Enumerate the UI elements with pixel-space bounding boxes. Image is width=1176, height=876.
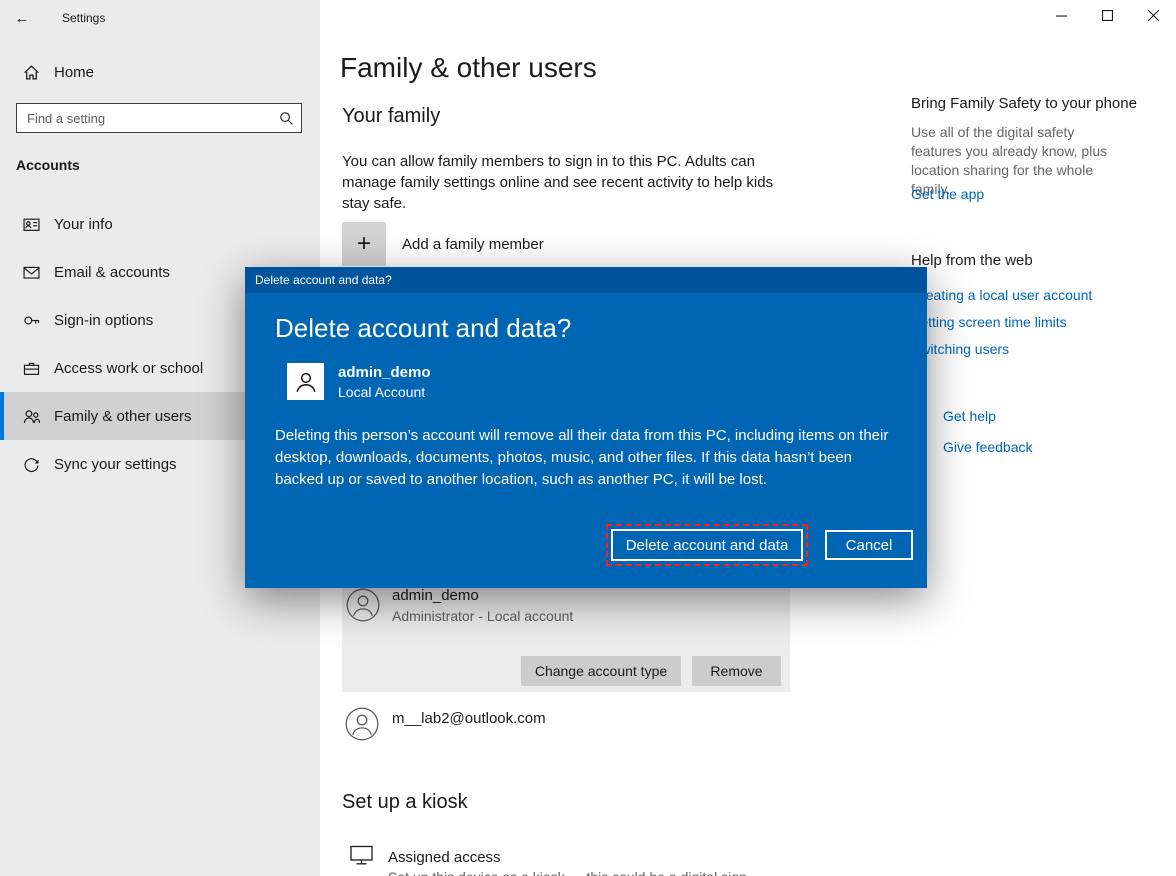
- assigned-access-label[interactable]: Assigned access: [388, 849, 501, 866]
- sidebar-item-label: Email & accounts: [54, 263, 170, 281]
- sidebar-item-label: Sync your settings: [54, 455, 177, 473]
- maximize-button[interactable]: [1084, 0, 1130, 30]
- minimize-button[interactable]: [1038, 0, 1084, 30]
- your-family-heading: Your family: [342, 105, 441, 127]
- plus-icon: +: [342, 222, 386, 266]
- back-button[interactable]: ←: [0, 2, 44, 34]
- your-family-description: You can allow family members to sign in …: [342, 153, 774, 212]
- key-icon: [22, 311, 40, 329]
- minimize-icon: [1055, 15, 1067, 17]
- briefcase-icon: [22, 359, 40, 377]
- get-help-link[interactable]: Get help: [943, 408, 996, 424]
- sidebar-item-label: Access work or school: [54, 359, 204, 377]
- sidebar-titlebar: ← Settings: [0, 0, 320, 36]
- user-avatar-icon: [346, 588, 380, 622]
- dialog-titlebar: Delete account and data?: [245, 267, 927, 293]
- settings-window: ← Settings Home Accounts Your info: [0, 0, 1176, 876]
- user-detail: Administrator - Local account: [392, 608, 574, 624]
- back-icon: ←: [14, 9, 30, 27]
- close-icon: [1147, 9, 1159, 21]
- sidebar-item-home[interactable]: Home: [0, 52, 320, 92]
- assigned-access-icon: [350, 845, 373, 866]
- user-row-m-lab2[interactable]: m__lab2@outlook.com: [342, 700, 790, 752]
- dialog-avatar-icon: [287, 363, 324, 400]
- help-link-screen-time-limits[interactable]: Setting screen time limits: [911, 314, 1067, 330]
- sidebar-item-your-info[interactable]: Your info: [0, 200, 320, 248]
- page-title: Family & other users: [340, 52, 597, 83]
- app-title: Settings: [62, 11, 106, 25]
- user-name: admin_demo: [392, 587, 479, 604]
- sidebar-section-accounts: Accounts: [16, 157, 80, 173]
- sidebar-home-label: Home: [54, 63, 95, 81]
- sidebar-item-label: Your info: [54, 215, 113, 233]
- email-icon: [22, 263, 40, 281]
- dialog-heading: Delete account and data?: [275, 313, 572, 343]
- dialog-body-text: Deleting this person’s account will remo…: [275, 427, 889, 488]
- close-button[interactable]: [1130, 0, 1176, 30]
- dialog-account-type: Local Account: [338, 383, 426, 400]
- user-name: m__lab2@outlook.com: [392, 710, 546, 727]
- family-icon: [22, 407, 40, 425]
- add-family-member-label: Add a family member: [402, 235, 544, 253]
- help-link-local-user-account[interactable]: Creating a local user account: [911, 287, 1092, 303]
- cancel-button[interactable]: Cancel: [825, 530, 913, 560]
- dialog-account-row: admin_demo Local Account: [287, 363, 431, 400]
- right-panel: Bring Family Safety to your phone Use al…: [911, 0, 1169, 876]
- kiosk-heading: Set up a kiosk: [342, 791, 468, 813]
- search-icon[interactable]: [271, 111, 301, 126]
- change-account-type-button[interactable]: Change account type: [521, 656, 681, 686]
- get-the-app-link[interactable]: Get the app: [911, 186, 984, 202]
- maximize-icon: [1101, 9, 1113, 21]
- search-box: [16, 103, 302, 133]
- assigned-access-description: Set up this device as a kiosk — this cou…: [388, 869, 747, 876]
- your-info-icon: [22, 215, 40, 233]
- sidebar-item-label: Sign-in options: [54, 311, 154, 329]
- help-from-web-heading: Help from the web: [911, 252, 1033, 269]
- window-controls: [1038, 0, 1176, 30]
- give-feedback-link[interactable]: Give feedback: [943, 439, 1033, 455]
- search-input[interactable]: [17, 110, 271, 126]
- delete-account-dialog: Delete account and data? Delete account …: [245, 267, 927, 588]
- delete-account-and-data-button[interactable]: Delete account and data: [606, 524, 808, 566]
- add-family-member-button[interactable]: + Add a family member: [342, 222, 544, 266]
- family-safety-promo-heading: Bring Family Safety to your phone: [911, 95, 1137, 112]
- sidebar-item-label: Family & other users: [54, 407, 192, 425]
- remove-button[interactable]: Remove: [692, 656, 781, 686]
- dialog-account-name: admin_demo: [338, 363, 431, 381]
- home-icon: [22, 63, 40, 81]
- user-avatar-icon: [345, 707, 379, 741]
- sync-icon: [22, 455, 40, 473]
